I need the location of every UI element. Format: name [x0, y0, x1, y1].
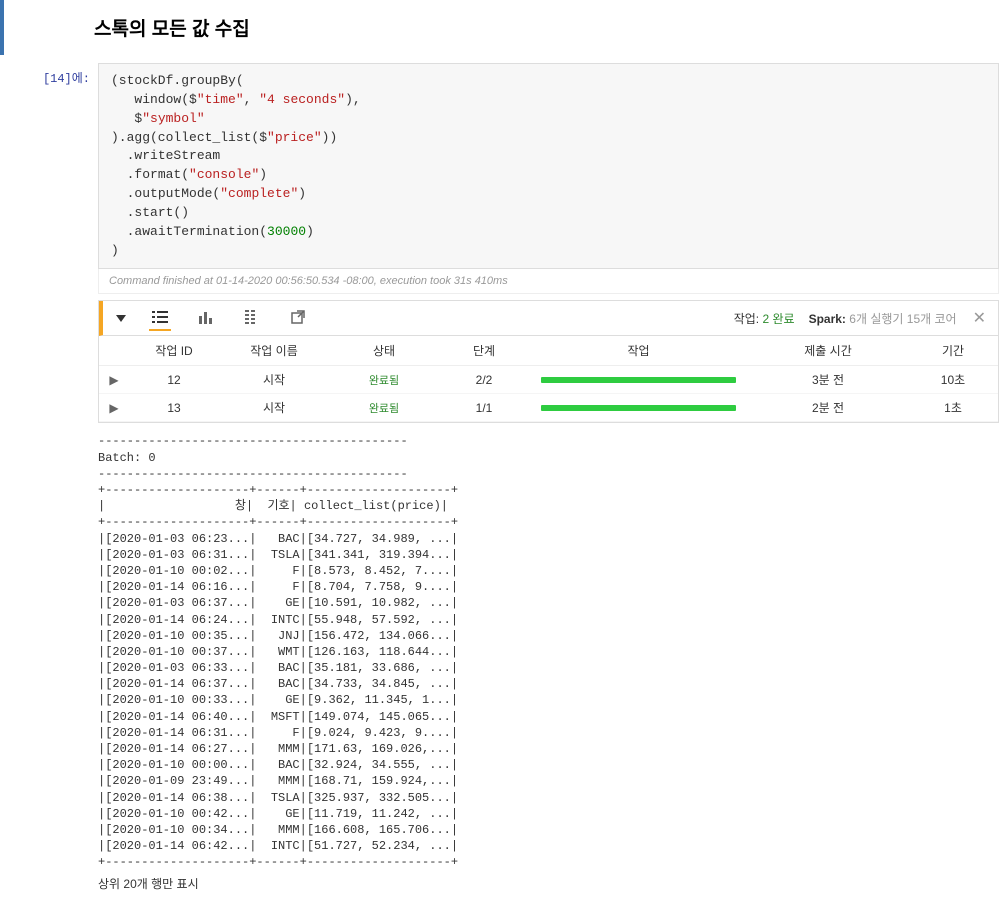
- code-input[interactable]: (stockDf.groupBy( window($"time", "4 sec…: [98, 63, 999, 269]
- popout-tab-icon[interactable]: [287, 305, 309, 331]
- section-heading: 스톡의 모든 값 수집: [94, 14, 1005, 41]
- col-header-status: 상태: [329, 336, 439, 366]
- cell-stage: 2/2: [439, 366, 529, 394]
- col-header-submit: 제출 시간: [748, 336, 908, 366]
- console-output: ----------------------------------------…: [98, 423, 999, 870]
- job-panel-header: 작업: 2 완료 Spark: 6개 실행기 15개 코어 ✕: [99, 301, 998, 336]
- table-row: ▶ 12시작완료됨2/2 3분 전10초: [99, 366, 998, 394]
- table-row: ▶ 13시작완료됨1/1 2분 전1초: [99, 394, 998, 422]
- jobs-label: 작업:: [734, 312, 759, 326]
- cell-duration: 1초: [908, 394, 998, 422]
- section-heading-cell: 스톡의 모든 값 수집: [0, 0, 1005, 55]
- spark-summary-text: Spark: 6개 실행기 15개 코어: [809, 310, 957, 327]
- code-area: (stockDf.groupBy( window($"time", "4 sec…: [98, 63, 999, 902]
- code-cell: [14]에: (stockDf.groupBy( window($"time",…: [0, 63, 1005, 902]
- cell-status: 완료됨: [329, 366, 439, 394]
- row-limit-note: 상위 20개 행만 표시: [98, 871, 999, 902]
- input-prompt: [14]에:: [10, 63, 98, 902]
- job-table: 작업 ID 작업 이름 상태 단계 작업 제출 시간 기간 ▶ 12시작완료됨2/…: [99, 336, 998, 422]
- execution-status: Command finished at 01-14-2020 00:56:50.…: [98, 269, 999, 294]
- chart-view-tab-icon[interactable]: [195, 305, 217, 331]
- spark-label: Spark:: [809, 312, 846, 326]
- col-header-job: 작업: [529, 336, 748, 366]
- cell-job-name: 시작: [219, 366, 329, 394]
- spark-value: 6개 실행기 15개 코어: [849, 312, 956, 326]
- cell-progress: [529, 394, 748, 422]
- job-summary: 작업: 2 완료 Spark: 6개 실행기 15개 코어 ✕: [734, 308, 988, 328]
- cell-submit: 3분 전: [748, 366, 908, 394]
- progress-bar: [541, 405, 736, 411]
- expand-row-icon[interactable]: ▶: [109, 401, 118, 415]
- col-header-job-name: 작업 이름: [219, 336, 329, 366]
- progress-bar: [541, 377, 736, 383]
- cell-stage: 1/1: [439, 394, 529, 422]
- list-view-tab-icon[interactable]: [149, 305, 171, 331]
- close-icon[interactable]: ✕: [971, 308, 988, 328]
- cell-progress: [529, 366, 748, 394]
- col-expand: [99, 336, 129, 366]
- col-header-stage: 단계: [439, 336, 529, 366]
- job-view-tabs: [149, 305, 309, 331]
- jobs-value: 2 완료: [762, 312, 794, 326]
- cell-duration: 10초: [908, 366, 998, 394]
- cell-status: 완료됨: [329, 394, 439, 422]
- job-panel: 작업: 2 완료 Spark: 6개 실행기 15개 코어 ✕ 작업 ID 작업: [98, 300, 999, 423]
- col-header-duration: 기간: [908, 336, 998, 366]
- cell-job-name: 시작: [219, 394, 329, 422]
- jobs-summary-text: 작업: 2 완료: [734, 310, 795, 327]
- cell-job-id: 13: [129, 394, 219, 422]
- collapse-toggle-icon[interactable]: [113, 310, 129, 326]
- col-header-job-id: 작업 ID: [129, 336, 219, 366]
- cell-job-id: 12: [129, 366, 219, 394]
- cell-submit: 2분 전: [748, 394, 908, 422]
- grid-view-tab-icon[interactable]: [241, 305, 263, 331]
- expand-row-icon[interactable]: ▶: [109, 373, 118, 387]
